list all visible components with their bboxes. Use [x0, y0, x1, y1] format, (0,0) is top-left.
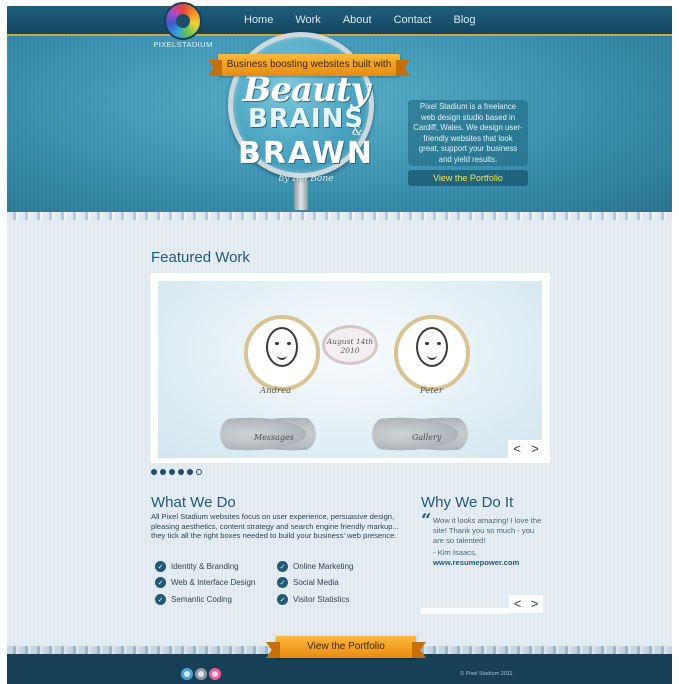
slider-dot[interactable] — [160, 469, 166, 475]
footer-portfolio-ribbon-button[interactable]: View the Portfolio — [276, 636, 416, 658]
nav-item-contact[interactable]: Contact — [394, 14, 432, 26]
testimonial-arrows: < > — [509, 595, 543, 613]
check-icon: ✓ — [277, 577, 288, 588]
slider-pagination — [151, 469, 202, 475]
check-icon: ✓ — [155, 577, 166, 588]
slider-dot[interactable] — [151, 469, 157, 475]
nav-item-work[interactable]: Work — [295, 14, 320, 26]
slider-next-icon[interactable]: > — [531, 440, 539, 458]
service-label: Visitor Statistics — [293, 595, 350, 604]
slider-dot[interactable] — [187, 469, 193, 475]
slide-date: August 14th 2010 — [326, 337, 374, 355]
hero-byline: by Bill Bone — [278, 174, 334, 184]
slider-dot[interactable] — [169, 469, 175, 475]
testimonial-quote: Wow it looks amazing! I love the site! T… — [433, 516, 542, 545]
service-item: ✓ Online Marketing — [277, 561, 353, 572]
page: PIXELSTADIUM Home Work About Contact Blo… — [0, 0, 679, 684]
service-item: ✓ Social Media — [277, 577, 339, 588]
service-item: ✓ Identity & Branding — [155, 561, 239, 572]
slide-label-messages: Messages — [254, 433, 294, 442]
service-item: ✓ Web & Interface Design — [155, 577, 255, 588]
featured-work-slider: August 14th 2010 Andrea Peter Messages G… — [150, 273, 550, 463]
slider-prev-icon[interactable]: < — [513, 440, 521, 458]
logo[interactable]: PIXELSTADIUM — [148, 2, 218, 50]
logo-text: PIXELSTADIUM — [153, 40, 213, 49]
footer — [7, 654, 672, 684]
portrait-left — [266, 327, 298, 367]
service-label: Online Marketing — [293, 562, 354, 571]
quote-mark-icon: “ — [421, 510, 432, 531]
slide-name-right: Peter — [420, 386, 443, 396]
nav-item-home[interactable]: Home — [244, 14, 273, 26]
what-we-do-title: What We Do — [151, 494, 236, 511]
logo-mark-icon — [164, 2, 202, 40]
service-label: Social Media — [293, 578, 339, 587]
slide-label-gallery: Gallery — [412, 433, 442, 442]
testimonial-prev-icon[interactable]: < — [514, 595, 522, 613]
portrait-right — [416, 327, 448, 367]
check-icon: ✓ — [277, 594, 288, 605]
featured-work-title: Featured Work — [151, 249, 250, 266]
hero-zigzag-divider — [7, 212, 672, 220]
nav-item-blog[interactable]: Blog — [453, 14, 475, 26]
check-icon: ✓ — [155, 561, 166, 572]
testimonial-link[interactable]: www.resumepower.com — [433, 558, 519, 567]
service-item: ✓ Semantic Coding — [155, 594, 232, 605]
hero-intro-text: Pixel Stadium is a freelance web design … — [408, 100, 528, 166]
nav-item-about[interactable]: About — [343, 14, 372, 26]
featured-slide[interactable]: August 14th 2010 Andrea Peter Messages G… — [158, 281, 542, 458]
what-we-do-body: All Pixel Stadium websites focus on user… — [151, 512, 399, 541]
testimonial-track — [421, 608, 509, 614]
hero-tagline-ribbon: Business boosting websites built with — [218, 54, 400, 76]
main-nav: Home Work About Contact Blog — [244, 14, 498, 26]
slide-name-left: Andrea — [260, 386, 292, 396]
slider-arrows: < > — [508, 440, 544, 458]
slider-dot[interactable] — [178, 469, 184, 475]
dribbble-icon[interactable] — [209, 668, 221, 680]
service-label: Semantic Coding — [171, 595, 232, 604]
twitter-icon[interactable] — [181, 668, 193, 680]
copyright-text: © Pixel Stadium 2011 — [460, 671, 513, 677]
slider-dot[interactable] — [196, 469, 202, 475]
check-icon: ✓ — [277, 561, 288, 572]
why-we-do-it-title: Why We Do It — [421, 494, 514, 511]
testimonial-next-icon[interactable]: > — [531, 595, 539, 613]
hero-headline-brawn: BRAWN — [237, 136, 375, 171]
service-label: Identity & Branding — [171, 562, 239, 571]
flickr-icon[interactable] — [195, 668, 207, 680]
check-icon: ✓ — [155, 594, 166, 605]
view-portfolio-button[interactable]: View the Portfolio — [408, 170, 528, 186]
testimonial-author: - Kim Isaacs, — [433, 548, 477, 557]
service-item: ✓ Visitor Statistics — [277, 594, 349, 605]
service-label: Web & Interface Design — [171, 578, 256, 587]
